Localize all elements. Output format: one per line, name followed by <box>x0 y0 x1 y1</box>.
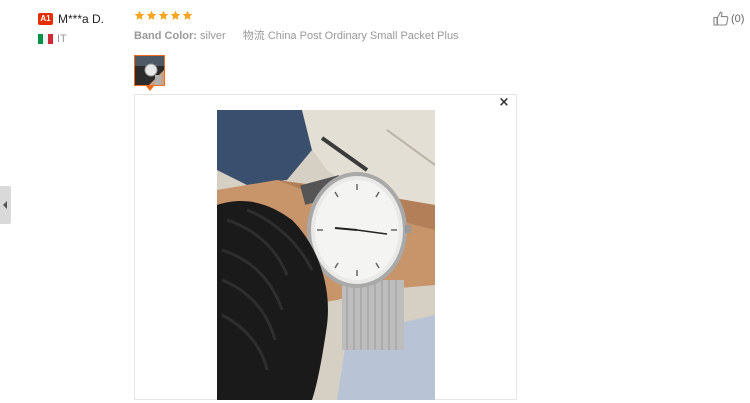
prev-review-button[interactable] <box>0 186 11 224</box>
buyer-level-badge: A1 <box>38 13 53 25</box>
star-icon <box>146 10 157 20</box>
photo-thumbnail[interactable] <box>134 55 165 86</box>
helpful-button[interactable]: (0) <box>713 11 744 26</box>
star-icon <box>182 10 193 20</box>
review-photo[interactable] <box>217 110 435 400</box>
attr-label-band-color: Band Color: <box>134 30 197 42</box>
italy-flag-icon <box>38 34 53 44</box>
reviewer-country: IT <box>57 33 67 45</box>
attr-value-band-color: silver <box>200 30 226 42</box>
reviewer-name: M***a D. <box>58 12 105 26</box>
thumbnail-selected-indicator <box>146 86 154 91</box>
attr-value-logistics: China Post Ordinary Small Packet Plus <box>267 30 459 42</box>
attr-label-logistics: 物流 <box>242 30 265 42</box>
thumbnail-image <box>135 56 164 85</box>
star-icon <box>134 10 145 20</box>
review-photo-image <box>217 110 435 400</box>
helpful-count: (0) <box>731 12 745 25</box>
close-viewer-button[interactable]: × <box>497 96 511 110</box>
chevron-left-icon <box>3 201 7 209</box>
order-attributes: Band Color: silver 物流 China Post Ordinar… <box>134 29 473 43</box>
star-icon <box>158 10 169 20</box>
thumbs-up-icon <box>713 11 729 26</box>
star-icon <box>170 10 181 20</box>
star-rating <box>134 10 193 21</box>
